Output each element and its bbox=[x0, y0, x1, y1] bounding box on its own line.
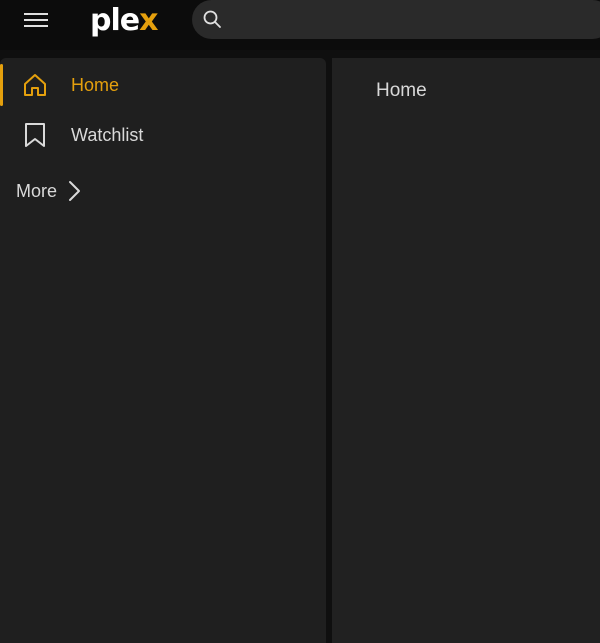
sidebar-item-watchlist[interactable]: Watchlist bbox=[0, 111, 326, 159]
logo-text: ple bbox=[90, 2, 140, 38]
hamburger-menu-icon bbox=[24, 13, 48, 27]
search-icon bbox=[203, 10, 221, 28]
main-content: Home bbox=[332, 58, 600, 643]
plex-logo[interactable]: ple x bbox=[90, 0, 158, 40]
more-label: More bbox=[16, 180, 58, 201]
sidebar-item-home[interactable]: Home bbox=[0, 61, 326, 109]
home-icon bbox=[24, 74, 46, 96]
search-input[interactable] bbox=[232, 0, 596, 41]
page-title: Home bbox=[376, 80, 427, 101]
logo-accent-x: x bbox=[139, 2, 158, 38]
search-bar[interactable] bbox=[192, 0, 600, 41]
chevron-right-icon bbox=[69, 181, 81, 201]
hamburger-menu-button[interactable] bbox=[16, 5, 56, 35]
top-bar: ple x bbox=[0, 0, 600, 50]
sidebar-item-label: Home bbox=[71, 74, 120, 95]
more-button[interactable]: More bbox=[16, 176, 83, 206]
sidebar: Home Watchlist More bbox=[0, 58, 326, 643]
app-window: ple x Home Watchlist More Home bbox=[0, 0, 600, 643]
bookmark-icon bbox=[25, 123, 45, 147]
sidebar-item-label: Watchlist bbox=[71, 124, 144, 145]
